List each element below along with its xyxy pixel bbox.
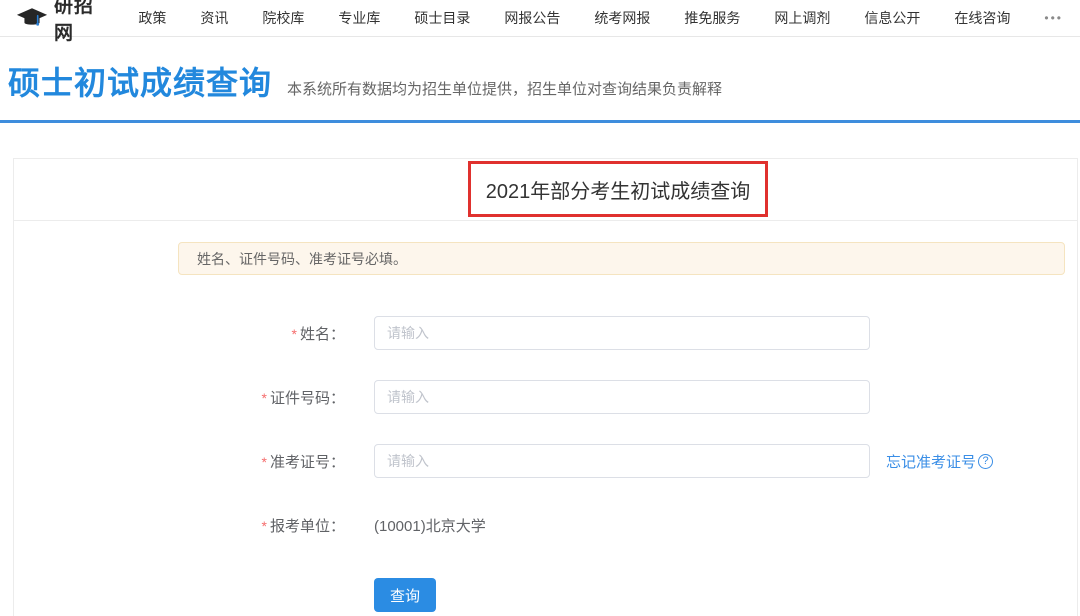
nav-item-more[interactable]: •••	[1027, 11, 1080, 25]
nav-item-master-catalog[interactable]: 硕士目录	[397, 8, 487, 28]
header-divider	[0, 120, 1080, 123]
required-mark: *	[262, 518, 267, 534]
notice-text: 姓名、证件号码、准考证号必填。	[197, 249, 407, 269]
id-number-field-row: *证件号码：	[14, 380, 1077, 414]
forgot-ticket-link[interactable]: 忘记准考证号 ?	[886, 451, 993, 472]
nav-item-college-library[interactable]: 院校库	[245, 8, 321, 28]
logo[interactable]: 研招网	[16, 0, 95, 45]
required-mark: *	[262, 390, 267, 406]
target-unit-label: *报考单位：	[14, 515, 345, 536]
page-title: 硕士初试成绩查询	[8, 58, 272, 104]
nav-item-policy[interactable]: 政策	[121, 8, 183, 28]
admission-ticket-input[interactable]	[374, 444, 870, 478]
required-mark: *	[262, 454, 267, 470]
help-icon: ?	[978, 454, 993, 469]
name-field-row: *姓名：	[14, 316, 1077, 350]
nav-item-major-library[interactable]: 专业库	[321, 8, 397, 28]
name-input[interactable]	[374, 316, 870, 350]
query-card: 2021年部分考生初试成绩查询 姓名、证件号码、准考证号必填。 *姓名： *证件…	[13, 158, 1078, 616]
nav-item-report-notice[interactable]: 网报公告	[487, 8, 577, 28]
nav-item-online-adjustment[interactable]: 网上调剂	[757, 8, 847, 28]
admission-ticket-label: *准考证号：	[14, 451, 345, 472]
id-number-label: *证件号码：	[14, 387, 345, 408]
page-subtitle: 本系统所有数据均为招生单位提供，招生单位对查询结果负责解释	[287, 78, 722, 99]
target-unit-value: (10001)北京大学	[374, 515, 486, 536]
admission-ticket-field-row: *准考证号： 忘记准考证号 ?	[14, 444, 1077, 478]
page-header: 硕士初试成绩查询 本系统所有数据均为招生单位提供，招生单位对查询结果负责解释	[0, 37, 1080, 123]
card-header: 2021年部分考生初试成绩查询	[14, 159, 1077, 221]
query-button[interactable]: 查询	[374, 578, 436, 612]
nav-item-unified-exam-registration[interactable]: 统考网报	[577, 8, 667, 28]
target-unit-row: *报考单位： (10001)北京大学	[14, 508, 1077, 542]
logo-text: 研招网	[54, 0, 95, 45]
button-row: 查询	[14, 578, 1077, 612]
card-title: 2021年部分考生初试成绩查询	[486, 175, 751, 204]
nav-item-online-consult[interactable]: 在线咨询	[937, 8, 1027, 28]
graduation-cap-icon	[16, 7, 54, 29]
nav-item-exemption-service[interactable]: 推免服务	[667, 8, 757, 28]
highlight-box: 2021年部分考生初试成绩查询	[468, 161, 768, 217]
name-label: *姓名：	[14, 323, 345, 344]
nav-item-info-disclosure[interactable]: 信息公开	[847, 8, 937, 28]
card-body: 姓名、证件号码、准考证号必填。 *姓名： *证件号码： *准考证号：	[14, 221, 1077, 612]
id-number-input[interactable]	[374, 380, 870, 414]
required-fields-notice: 姓名、证件号码、准考证号必填。	[178, 242, 1065, 275]
nav-item-news[interactable]: 资讯	[183, 8, 245, 28]
query-form: *姓名： *证件号码： *准考证号： 忘记准考证号 ?	[14, 316, 1077, 612]
required-mark: *	[292, 326, 297, 342]
top-nav: 研招网 政策 资讯 院校库 专业库 硕士目录 网报公告 统考网报 推免服务 网上…	[0, 0, 1080, 37]
